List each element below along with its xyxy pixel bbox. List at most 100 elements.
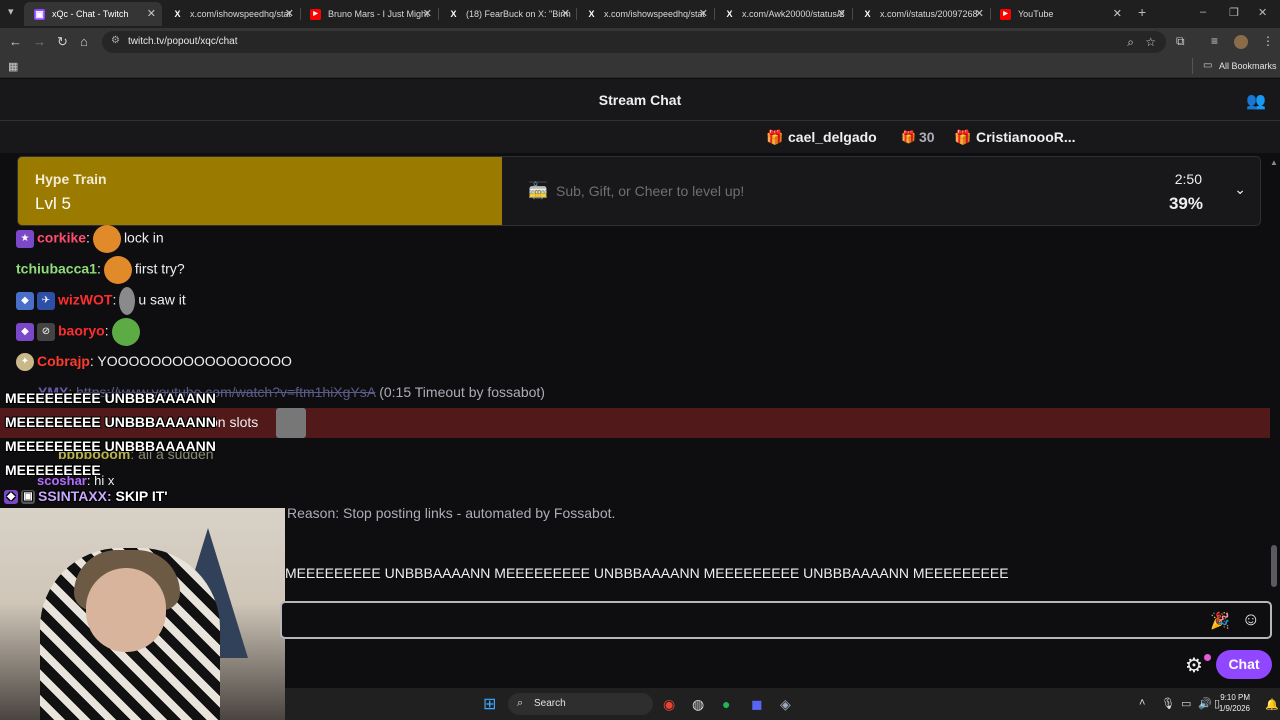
browser-toolbar: ← → ↻ ⌂ ⚙ twitch.tv/popout/xqc/chat ⌕ ☆ …: [0, 28, 1280, 56]
close-icon[interactable]: ✕: [1113, 2, 1122, 26]
discord-icon[interactable]: ◼: [751, 696, 763, 713]
chat-header: Stream Chat 👥: [0, 79, 1280, 121]
tab-youtube[interactable]: ▶ YouTube ✕: [990, 2, 1128, 26]
sub-badge-icon: ◆: [16, 292, 34, 310]
overlay-line: MEEEEEEEEE: [5, 462, 101, 478]
chat-message: ★ corkike: lock in: [16, 225, 164, 253]
emote-picker-icon[interactable]: ☺: [1242, 609, 1260, 630]
youtube-icon: ▶: [310, 9, 321, 20]
site-info-icon[interactable]: ⚙: [111, 35, 120, 46]
chat-input[interactable]: 🎉 ☺: [280, 601, 1272, 639]
close-icon[interactable]: ✕: [285, 2, 294, 26]
hype-train-title: Hype Train: [35, 171, 107, 187]
twitch-icon: ▣: [34, 9, 45, 20]
extensions-icon[interactable]: ⧉: [1176, 34, 1185, 49]
taskbar-clock[interactable]: 9:10 PM 1/9/2026: [1219, 692, 1250, 714]
back-icon[interactable]: ←: [9, 34, 22, 50]
chat-username[interactable]: tchiubacca1: [16, 261, 97, 277]
gift-icon: 🎁: [766, 129, 784, 145]
profile-avatar[interactable]: [1234, 35, 1248, 49]
taskbar-search[interactable]: ⌕ Search: [508, 693, 653, 715]
tab-search-icon[interactable]: ▾: [8, 5, 14, 18]
bookmark-star-icon[interactable]: ☆: [1145, 35, 1156, 49]
hype-train-banner[interactable]: Hype Train Lvl 5 🚋 Sub, Gift, or Cheer t…: [18, 157, 1260, 225]
close-icon[interactable]: ✕: [147, 2, 156, 26]
emote-icon: [92, 225, 121, 253]
leaderboard-user[interactable]: CristianoooR...: [976, 129, 1076, 145]
star-badge-icon: ✦: [16, 353, 34, 372]
chrome-icon[interactable]: ◉: [663, 696, 675, 713]
windows-start-icon[interactable]: ⊞: [483, 694, 496, 714]
forward-icon[interactable]: →: [33, 34, 46, 50]
tab-x-ishowspeed[interactable]: X x.com/ishowspeedhq/stat ✕: [162, 2, 300, 26]
steam-icon[interactable]: ◈: [780, 696, 791, 713]
all-bookmarks-link[interactable]: All Bookmarks: [1219, 61, 1277, 71]
notification-dot: [1204, 654, 1211, 661]
microphone-icon[interactable]: 🎙: [1161, 697, 1175, 710]
tab-fearbuck[interactable]: X (18) FearBuck on X: "Birm ✕: [438, 2, 576, 26]
sub-badge-icon: ◆: [16, 323, 34, 341]
zoom-icon[interactable]: ⌕: [1127, 35, 1134, 50]
reload-icon[interactable]: ↻: [57, 34, 68, 50]
chat-message: ◆ ✈ wizWOT: u saw it: [16, 287, 186, 315]
tab-xqc-chat[interactable]: ▣ xQc - Chat - Twitch ✕: [24, 2, 162, 26]
close-icon[interactable]: ✕: [561, 2, 570, 26]
close-icon[interactable]: ✕: [975, 2, 984, 26]
settings-gear-icon[interactable]: ⚙: [1185, 653, 1203, 678]
close-icon[interactable]: ✕: [837, 2, 846, 26]
clock-time: 9:10 PM: [1220, 693, 1250, 702]
close-icon[interactable]: ✕: [699, 2, 708, 26]
x-icon: X: [588, 9, 595, 19]
restore-icon[interactable]: ❐: [1229, 6, 1239, 19]
tab-list-icon[interactable]: ≡: [1211, 34, 1218, 48]
home-icon[interactable]: ⌂: [80, 34, 88, 50]
x-icon: X: [864, 9, 871, 19]
leaderboard-user[interactable]: cael_delgado: [788, 129, 877, 145]
chat-message-text: YOOOOOOOOOOOOOOOOO: [97, 353, 292, 369]
chevron-down-icon[interactable]: ⌄: [1234, 181, 1246, 198]
tab-title: x.com/Awk20000/status/2: [742, 9, 845, 19]
tab-divider: [714, 8, 715, 20]
streamer-face: [86, 568, 166, 652]
display-icon[interactable]: ▭: [1181, 697, 1191, 710]
tab-x-awk[interactable]: X x.com/Awk20000/status/2 ✕: [714, 2, 852, 26]
tab-divider: [438, 8, 439, 20]
sub-badge-icon: ◆: [4, 490, 18, 505]
new-tab-icon[interactable]: +: [1138, 4, 1146, 20]
chat-username[interactable]: wizWOT: [58, 292, 112, 308]
notification-bell-icon[interactable]: 🔔: [1265, 698, 1279, 711]
address-bar[interactable]: ⚙ twitch.tv/popout/xqc/chat ⌕ ☆: [102, 31, 1166, 53]
timeout-note: (0:15 Timeout by fossabot): [379, 384, 545, 400]
tab-x-ishowspeed-2[interactable]: X x.com/ishowspeedhq/stat ✕: [576, 2, 714, 26]
tab-title: Bruno Mars - I Just Might: [328, 9, 429, 19]
browser-tab-strip: ▣ xQc - Chat - Twitch ✕ X x.com/ishowspe…: [0, 0, 1280, 28]
close-window-icon[interactable]: ✕: [1258, 6, 1267, 19]
emote-icon: [276, 408, 306, 438]
scroll-up-arrow-icon[interactable]: ▲: [1270, 158, 1278, 167]
spotify-icon[interactable]: ●: [722, 696, 730, 712]
tab-title: YouTube: [1018, 9, 1054, 19]
apps-grid-icon[interactable]: ▦: [8, 60, 18, 73]
search-icon: ⌕: [517, 697, 524, 709]
minimize-icon[interactable]: –: [1200, 6, 1206, 18]
tab-bruno-mars[interactable]: ▶ Bruno Mars - I Just Might ✕: [300, 2, 438, 26]
menu-icon[interactable]: ⋮: [1262, 34, 1274, 48]
bits-icon[interactable]: 🎉: [1210, 611, 1230, 631]
overlay-line: MEEEEEEEEE UNBBBAAAANN: [5, 414, 216, 430]
chat-send-button[interactable]: Chat: [1216, 650, 1272, 679]
search-label: Search: [534, 698, 566, 709]
tab-x-status[interactable]: X x.com/i/status/20097268 ✕: [852, 2, 990, 26]
volume-icon[interactable]: 🔊: [1198, 697, 1212, 710]
app-icon[interactable]: ◍: [692, 696, 704, 713]
chat-username[interactable]: Cobrajp: [37, 353, 90, 369]
users-icon[interactable]: 👥: [1246, 91, 1266, 111]
overlay-chat-line: ◆ ▣ SSINTAXX: SKIP IT': [4, 488, 168, 505]
chat-message: tchiubacca1: first try?: [16, 256, 185, 284]
close-icon[interactable]: ✕: [423, 2, 432, 26]
chat-username[interactable]: baoryo: [58, 323, 105, 339]
overlay-username: SSINTAXX:: [38, 488, 112, 504]
chat-username[interactable]: corkike: [37, 230, 86, 246]
hype-train-level: Lvl 5: [35, 194, 71, 213]
chat-scrollbar[interactable]: [1271, 545, 1277, 587]
tray-overflow-icon[interactable]: ˄: [1139, 697, 1145, 709]
